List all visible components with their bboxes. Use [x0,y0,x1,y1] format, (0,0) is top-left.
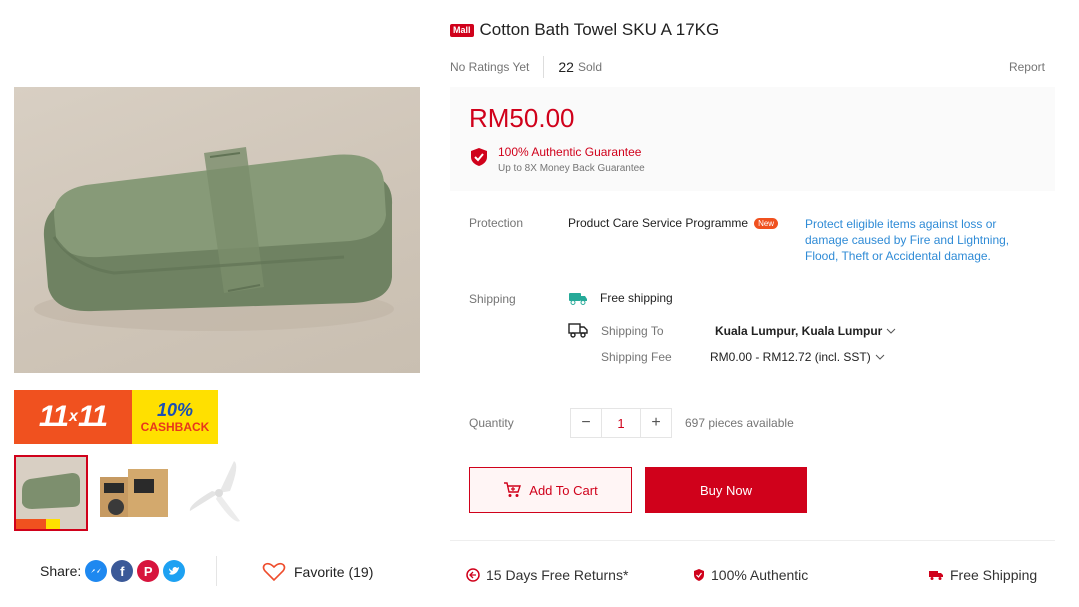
meta-row: No Ratings Yet 22 Sold Report [450,56,1045,78]
returns-icon [466,568,480,582]
ratings-text: No Ratings Yet [450,60,530,74]
cashback-percent: 10% [156,400,194,420]
shipping-to-value: Kuala Lumpur, Kuala Lumpur [715,324,883,338]
add-to-cart-label: Add To Cart [529,482,598,498]
guarantee-subtitle: Up to 8X Money Back Guarantee [498,163,645,174]
product-details: Mall Cotton Bath Towel SKU A 17KG No Rat… [450,0,1060,607]
mall-badge: Mall [450,23,474,37]
heart-icon [262,562,286,582]
protection-description[interactable]: Protect eligible items against loss or d… [805,216,1035,264]
shipping-fee-dropdown[interactable]: RM0.00 - RM12.72 (incl. SST) [710,350,885,364]
shipping-label: Shipping [469,292,516,306]
favorite-label: Favorite (19) [294,564,374,580]
add-to-cart-button[interactable]: Add To Cart [469,467,632,513]
authentic-label: 100% Authentic [711,567,809,583]
cashback-badge: 10% CASHBACK [132,390,218,444]
cashback-label: CASHBACK [140,420,210,434]
facebook-icon[interactable]: f [111,560,134,582]
truck-icon [568,323,588,338]
buy-now-button[interactable]: Buy Now [645,467,807,513]
shield-icon [694,569,704,581]
share-row: Share: f P [40,560,186,582]
section-divider [450,540,1055,541]
quantity-label: Quantity [469,416,514,430]
shipping-to-row [568,322,600,338]
thumbnail-towel[interactable] [14,455,88,531]
thumbnail-packaging-box[interactable] [98,455,172,531]
shield-check-icon [471,148,487,166]
free-returns-label: 15 Days Free Returns* [486,567,629,583]
share-label: Share: [40,563,82,579]
sold-label: Sold [577,60,602,74]
shipping-to-label: Shipping To [601,324,664,338]
twitter-icon[interactable] [163,560,186,582]
towel-illustration [34,147,394,331]
product-gallery: 11 x 11 10% CASHBACK Share: f P Favorite… [0,0,440,607]
messenger-icon[interactable] [85,560,108,582]
product-main-image[interactable] [14,87,420,373]
product-title: Cotton Bath Towel SKU A 17KG [479,20,720,39]
protection-label: Protection [469,216,524,230]
share-divider [216,556,217,586]
free-shipping-row: Free shipping [568,291,673,305]
shipping-to-dropdown[interactable]: Kuala Lumpur, Kuala Lumpur [715,324,896,338]
meta-divider [543,56,545,78]
thumbnail-fan-blade[interactable] [182,455,256,531]
shipping-fee-label: Shipping Fee [601,350,672,364]
protection-programme[interactable]: Product Care Service Programme New [568,216,779,230]
sold-count: 22 [558,59,574,75]
feature-free-returns: 15 Days Free Returns* [466,567,628,583]
title-row: Mall Cotton Bath Towel SKU A 17KG [450,20,719,40]
shipping-fee-value: RM0.00 - RM12.72 (incl. SST) [710,350,871,364]
thumbnail-strip [14,455,256,531]
quantity-input[interactable]: 1 [601,409,641,437]
free-shipping-text: Free shipping [600,291,673,305]
protection-name: Product Care Service Programme [568,216,749,230]
quantity-increase-button[interactable]: + [641,409,671,437]
price-box: RM50.00 100% Authentic Guarantee Up to 8… [450,87,1055,191]
quantity-stepper: − 1 + [570,408,672,438]
eleven-eleven-cashback-banner: 11 x 11 10% CASHBACK [14,390,218,444]
free-shipping-truck-icon [569,293,587,305]
chevron-down-icon [875,354,885,360]
delivery-truck-icon [929,571,943,580]
stock-available: 697 pieces available [685,416,794,430]
quantity-decrease-button[interactable]: − [571,409,601,437]
free-shipping-feature-label: Free Shipping [950,567,1038,583]
report-link[interactable]: Report [1009,60,1045,74]
new-badge: New [754,217,779,229]
pinterest-icon[interactable]: P [137,560,160,582]
product-price: RM50.00 [469,103,575,133]
favorite-button[interactable]: Favorite (19) [262,562,373,582]
eleven-eleven-logo: 11 x 11 [14,390,132,444]
feature-authentic: 100% Authentic [693,567,808,583]
feature-free-shipping: Free Shipping [928,567,1037,583]
chevron-down-icon [887,328,896,334]
cart-icon [504,482,522,497]
guarantee-title: 100% Authentic Guarantee [498,145,642,159]
authentic-guarantee[interactable]: 100% Authentic Guarantee Up to 8X Money … [470,145,645,174]
